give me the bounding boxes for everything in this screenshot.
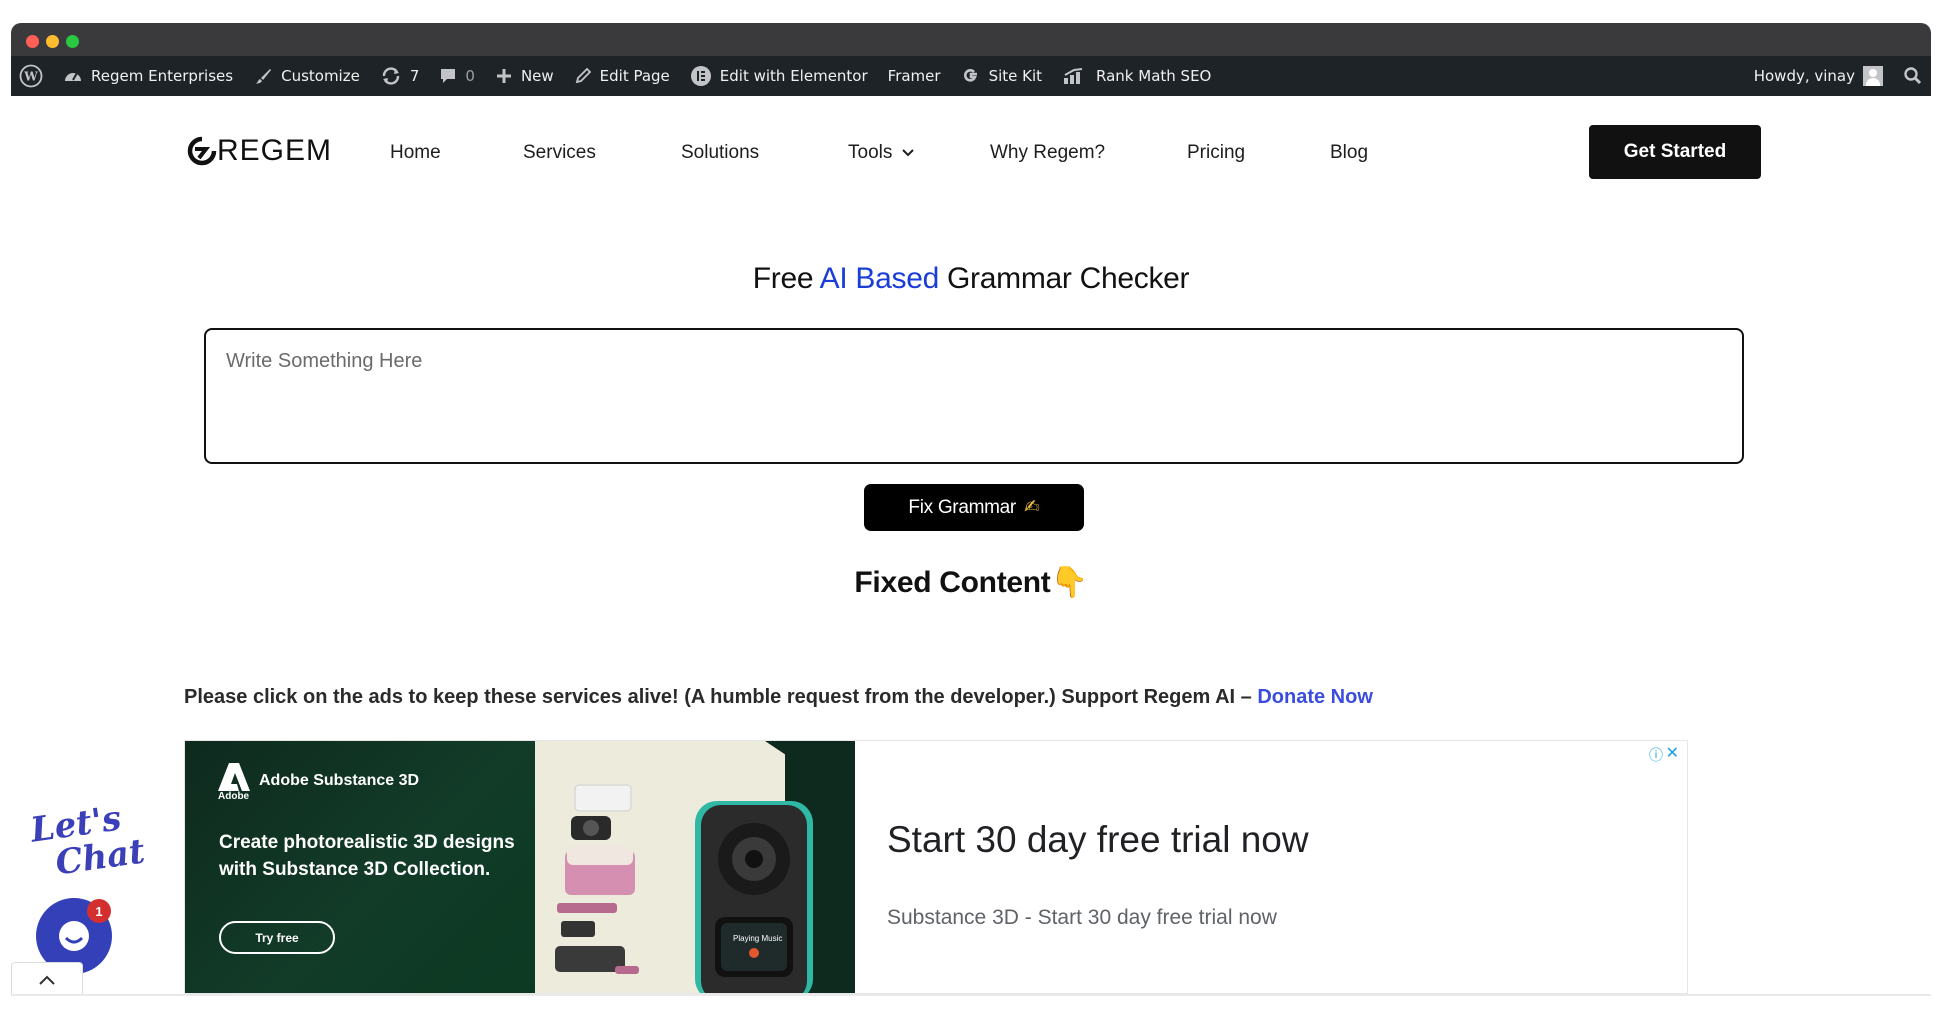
chat-bubble-icon xyxy=(59,921,89,951)
refresh-icon xyxy=(380,66,402,86)
plus-icon xyxy=(495,67,513,85)
rank-math-icon xyxy=(1062,67,1088,85)
search-icon xyxy=(1904,67,1922,85)
svg-text:W: W xyxy=(23,70,38,84)
support-notice: Please click on the ads to keep these se… xyxy=(184,686,1373,709)
ad-copy: Create photorealistic 3D designs with Su… xyxy=(219,832,515,880)
nav-tools-label: Tools xyxy=(848,142,893,163)
account-menu[interactable]: Howdy, vinay xyxy=(1744,56,1893,96)
site-name-label: Regem Enterprises xyxy=(91,67,234,85)
avatar xyxy=(1863,66,1883,86)
site-name-menu[interactable]: Regem Enterprises xyxy=(53,56,243,96)
fix-grammar-label: Fix Grammar xyxy=(908,496,1016,518)
edit-elementor-link[interactable]: Edit with Elementor xyxy=(680,56,878,96)
fixed-content-label: Fixed Content xyxy=(854,566,1051,599)
wordpress-logo-menu[interactable]: W xyxy=(11,56,53,96)
grammar-input[interactable] xyxy=(204,328,1744,464)
title-prefix: Free xyxy=(752,262,820,295)
fixed-content-title: Fixed Content👇 xyxy=(0,565,1942,600)
google-g-icon xyxy=(961,66,981,86)
nav-blog[interactable]: Blog xyxy=(1330,142,1368,164)
nav-solutions[interactable]: Solutions xyxy=(681,142,759,164)
writing-hand-icon: ✍ xyxy=(1023,497,1040,518)
close-window-button[interactable] xyxy=(26,35,39,48)
ad-creative-panel: Adobe Adobe Substance 3D Create photorea… xyxy=(185,741,535,993)
site-kit-label: Site Kit xyxy=(988,67,1043,85)
adobe-wordmark: Adobe xyxy=(218,791,250,802)
rank-math-link[interactable]: Rank Math SEO xyxy=(1052,56,1221,96)
howdy-label: Howdy, vinay xyxy=(1753,67,1855,85)
nav-home[interactable]: Home xyxy=(390,142,441,164)
comments-count: 0 xyxy=(465,67,475,85)
framer-link[interactable]: Framer xyxy=(878,56,951,96)
try-free-button[interactable]: Try free xyxy=(219,921,335,954)
wp-admin-bar: W Regem Enterprises Customize 7 0 New Ed… xyxy=(11,56,1931,96)
customize-label: Customize xyxy=(281,67,360,85)
notice-text: Please click on the ads to keep these se… xyxy=(184,686,1258,708)
page-title: Free AI Based Grammar Checker xyxy=(0,262,1942,296)
ad-product-image: Playing Music xyxy=(535,741,855,993)
scroll-to-top-button[interactable] xyxy=(11,962,83,996)
chat-unread-badge: 1 xyxy=(87,899,111,923)
minimize-window-button[interactable] xyxy=(46,35,59,48)
dashboard-icon xyxy=(63,67,83,85)
lets-chat-label[interactable]: Let's Chat xyxy=(28,798,147,885)
ad-brand: Adobe Substance 3D xyxy=(259,772,420,789)
wordpress-icon: W xyxy=(19,64,43,88)
ad-headline[interactable]: Start 30 day free trial now xyxy=(887,819,1309,861)
nav-services[interactable]: Services xyxy=(523,142,596,164)
admin-search-button[interactable] xyxy=(1893,56,1931,96)
nav-tools[interactable]: Tools xyxy=(848,142,915,164)
site-header: REGEM Home Services Solutions Tools Why … xyxy=(0,96,1942,206)
donate-link[interactable]: Donate Now xyxy=(1257,686,1373,708)
title-accent: AI Based xyxy=(819,262,940,295)
new-label: New xyxy=(520,67,554,85)
adobe-logo-icon xyxy=(218,763,250,791)
ad-subtext: Substance 3D - Start 30 day free trial n… xyxy=(887,906,1277,929)
site-kit-link[interactable]: Site Kit xyxy=(951,56,1052,96)
updates-count: 7 xyxy=(409,67,420,85)
comment-icon xyxy=(439,67,457,85)
pointing-down-icon: 👇 xyxy=(1050,566,1088,599)
get-started-button[interactable]: Get Started xyxy=(1589,125,1761,179)
ad-info-icon[interactable]: ⓘ xyxy=(1649,745,1663,765)
device-screen-text: Playing Music xyxy=(733,934,783,943)
chevron-up-icon xyxy=(39,975,55,985)
title-suffix: Grammar Checker xyxy=(938,262,1190,295)
edit-page-label: Edit Page xyxy=(599,67,670,85)
logo-text: REGEM xyxy=(217,134,333,167)
divider xyxy=(11,994,1931,996)
new-content-menu[interactable]: New xyxy=(485,56,564,96)
customize-link[interactable]: Customize xyxy=(243,56,370,96)
nav-pricing[interactable]: Pricing xyxy=(1187,142,1245,164)
chevron-down-icon xyxy=(902,149,915,157)
fix-grammar-button[interactable]: Fix Grammar ✍ xyxy=(864,484,1084,531)
pencil-icon xyxy=(574,67,592,85)
advertisement[interactable]: Adobe Adobe Substance 3D Create photorea… xyxy=(184,740,1688,994)
brush-icon xyxy=(253,66,273,86)
browser-title-bar xyxy=(11,23,1931,56)
updates-link[interactable]: 7 xyxy=(370,56,430,96)
elementor-icon xyxy=(690,65,712,87)
edit-page-link[interactable]: Edit Page xyxy=(564,56,680,96)
framer-label: Framer xyxy=(887,67,941,85)
maximize-window-button[interactable] xyxy=(66,35,79,48)
edit-elementor-label: Edit with Elementor xyxy=(719,67,868,85)
rank-math-label: Rank Math SEO xyxy=(1096,67,1212,85)
ad-close-icon[interactable]: ✕ xyxy=(1666,743,1679,763)
site-logo[interactable]: REGEM xyxy=(187,134,332,168)
speaker-exploded-illustration xyxy=(555,741,855,993)
comments-link[interactable]: 0 xyxy=(429,56,485,96)
nav-why-regem[interactable]: Why Regem? xyxy=(990,142,1105,164)
regem-logo-icon xyxy=(187,136,217,166)
